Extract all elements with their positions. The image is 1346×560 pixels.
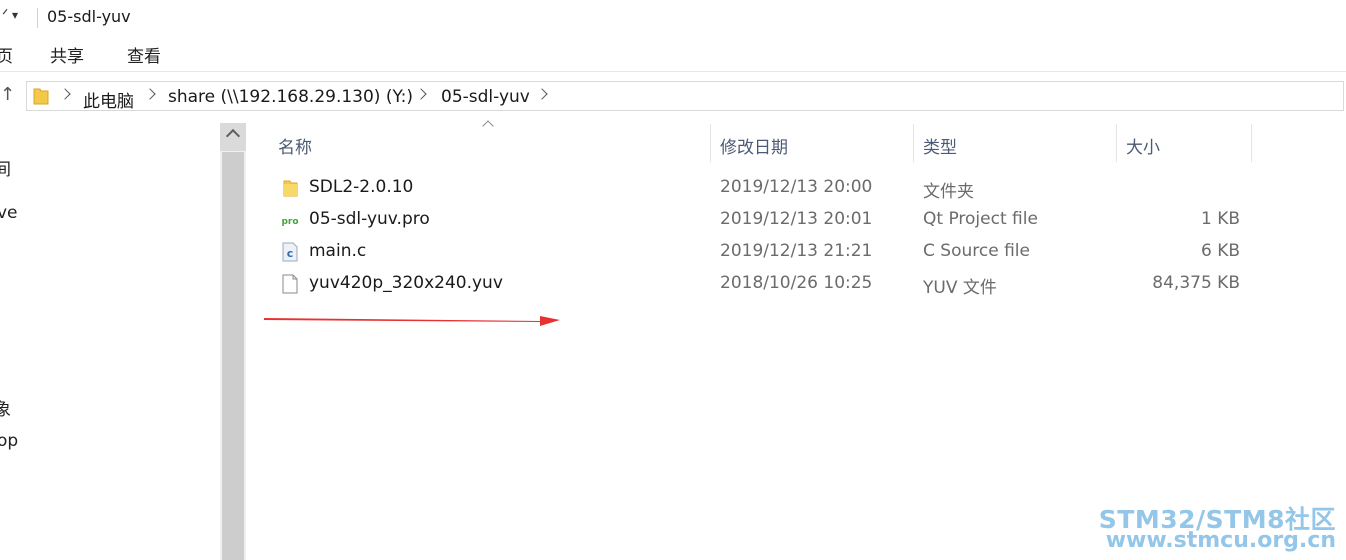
tab-home[interactable]: 页: [0, 42, 13, 67]
file-type: Qt Project file: [923, 209, 1038, 229]
sort-ascending-icon: [482, 120, 494, 132]
column-header-date[interactable]: 修改日期: [720, 133, 788, 158]
quick-access-icon[interactable]: ᐟ: [2, 6, 8, 24]
column-divider[interactable]: [913, 124, 914, 162]
chevron-right-icon[interactable]: [415, 88, 427, 100]
file-date: 2019/12/13 20:00: [720, 177, 873, 197]
file-name: yuv420p_320x240.yuv: [309, 273, 503, 293]
folder-icon: [283, 180, 298, 197]
file-name: SDL2-2.0.10: [309, 177, 414, 197]
tab-share[interactable]: 共享: [50, 42, 84, 67]
column-header-name[interactable]: 名称: [278, 133, 312, 158]
svg-text:pro: pro: [281, 217, 298, 227]
file-type: YUV 文件: [923, 278, 997, 298]
column-divider[interactable]: [1251, 124, 1252, 162]
column-header-type[interactable]: 类型: [923, 133, 957, 158]
column-divider[interactable]: [1116, 124, 1117, 162]
file-row[interactable]: pro 05-sdl-yuv.pro 2019/12/13 20:01 Qt P…: [270, 204, 1270, 236]
watermark-url: www.stmcu.org.cn: [1105, 528, 1336, 553]
nav-item[interactable]: 间: [0, 155, 11, 180]
file-row[interactable]: SDL2-2.0.10 2019/12/13 20:00 文件夹: [270, 172, 1270, 204]
tab-view[interactable]: 查看: [127, 42, 161, 67]
nav-item[interactable]: ve: [0, 203, 18, 223]
ribbon-divider: [0, 71, 1346, 72]
breadcrumb-folder[interactable]: 05-sdl-yuv: [441, 87, 530, 107]
file-size: 6 KB: [1200, 241, 1240, 261]
qt-pro-icon: pro: [281, 213, 299, 227]
file-name: 05-sdl-yuv.pro: [309, 209, 430, 229]
up-arrow-icon[interactable]: ↑: [0, 84, 15, 105]
breadcrumb-share[interactable]: share (\\192.168.29.130) (Y:): [168, 87, 413, 107]
chevron-up-icon: [225, 128, 241, 144]
file-type: 文件夹: [923, 182, 974, 202]
file-size: 1 KB: [1200, 209, 1240, 229]
folder-icon: [33, 88, 49, 105]
window-title: 05-sdl-yuv: [47, 7, 131, 26]
file-name: main.c: [309, 241, 367, 261]
file-row[interactable]: yuv420p_320x240.yuv 2018/10/26 10:25 YUV…: [270, 268, 1270, 300]
column-divider[interactable]: [710, 124, 711, 162]
chevron-down-icon[interactable]: ▾: [12, 8, 18, 22]
red-arrow-annotation: [264, 316, 560, 326]
svg-text:c: c: [287, 247, 294, 260]
file-type: C Source file: [923, 241, 1030, 261]
scroll-thumb[interactable]: [222, 152, 244, 560]
address-bar[interactable]: 此电脑 share (\\192.168.29.130) (Y:) 05-sdl…: [26, 81, 1344, 112]
c-source-icon: c: [282, 242, 298, 262]
blank-file-icon: [282, 274, 298, 294]
breadcrumb-this-pc[interactable]: 此电脑: [83, 87, 134, 112]
nav-item[interactable]: op: [0, 431, 18, 451]
chevron-right-icon[interactable]: [59, 88, 71, 100]
scroll-up-button[interactable]: [220, 123, 246, 151]
title-separator: [37, 8, 38, 28]
file-size: 84,375 KB: [1152, 273, 1240, 293]
chevron-right-icon[interactable]: [144, 88, 156, 100]
file-date: 2018/10/26 10:25: [720, 273, 873, 293]
file-date: 2019/12/13 20:01: [720, 209, 873, 229]
title-bar: ᐟ ▾ 05-sdl-yuv: [0, 0, 1346, 36]
file-date: 2019/12/13 21:21: [720, 241, 873, 261]
nav-item[interactable]: 象: [0, 395, 11, 420]
file-row[interactable]: c main.c 2019/12/13 21:21 C Source file …: [270, 236, 1270, 268]
chevron-right-icon[interactable]: [536, 88, 548, 100]
column-header-size[interactable]: 大小: [1126, 133, 1160, 158]
